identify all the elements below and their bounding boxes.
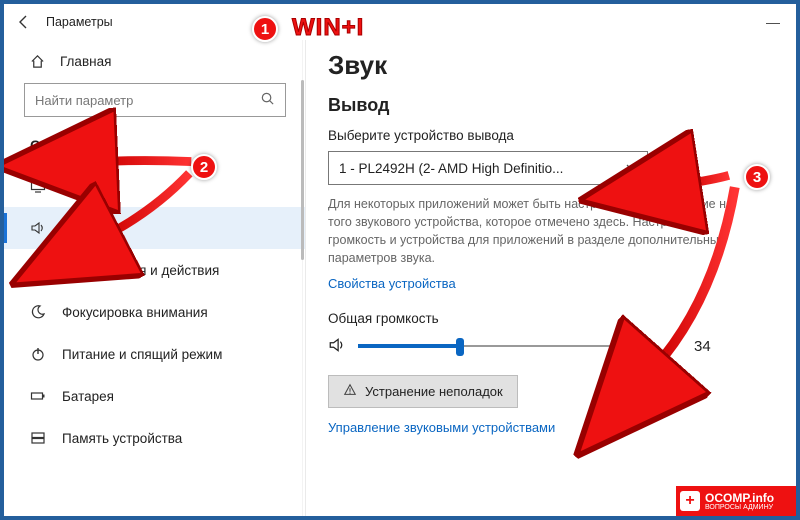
sidebar-item-label: Фокусировка внимания xyxy=(62,305,208,320)
power-icon xyxy=(30,346,46,362)
warning-icon xyxy=(343,383,357,400)
search-icon xyxy=(260,91,275,109)
sidebar-item-battery[interactable]: Батарея xyxy=(4,375,306,417)
minimize-button[interactable]: — xyxy=(760,14,786,30)
dropdown-value: 1 - PL2492H (2- AMD High Definitio... xyxy=(339,161,563,176)
troubleshoot-button[interactable]: Устранение неполадок xyxy=(328,375,518,408)
section-label: Система xyxy=(4,133,306,165)
troubleshoot-label: Устранение неполадок xyxy=(365,384,503,399)
page-title: Звук xyxy=(328,50,774,81)
volume-value: 34 xyxy=(694,338,711,355)
chevron-down-icon xyxy=(625,161,637,176)
choose-device-label: Выберите устройство вывода xyxy=(328,128,774,143)
sidebar: Главная Система Дисплей Звук xyxy=(4,40,306,516)
sidebar-item-label: Дисплей xyxy=(62,179,116,194)
content-pane: Звук Вывод Выберите устройство вывода 1 … xyxy=(306,40,796,516)
sidebar-item-label: Уведомления и действия xyxy=(62,263,219,278)
sidebar-item-label: Питание и спящий режим xyxy=(62,347,222,362)
sidebar-item-sound[interactable]: Звук xyxy=(4,207,306,249)
volume-label: Общая громкость xyxy=(328,311,774,326)
sidebar-item-display[interactable]: Дисплей xyxy=(4,165,306,207)
output-heading: Вывод xyxy=(328,95,774,116)
window-title: Параметры xyxy=(46,15,113,29)
sidebar-item-storage[interactable]: Память устройства xyxy=(4,417,306,459)
battery-icon xyxy=(30,388,46,404)
search-box[interactable] xyxy=(24,83,286,117)
focus-assist-icon xyxy=(30,304,46,320)
sidebar-item-focus-assist[interactable]: Фокусировка внимания xyxy=(4,291,306,333)
sound-icon xyxy=(30,220,46,236)
display-icon xyxy=(30,178,46,194)
sidebar-item-notifications[interactable]: Уведомления и действия xyxy=(4,249,306,291)
manage-devices-link[interactable]: Управление звуковыми устройствами xyxy=(328,420,774,435)
output-device-dropdown[interactable]: 1 - PL2492H (2- AMD High Definitio... xyxy=(328,151,648,185)
scrollbar-thumb[interactable] xyxy=(301,80,304,260)
speaker-icon xyxy=(328,336,346,357)
search-input[interactable] xyxy=(35,93,260,108)
home-icon xyxy=(30,54,46,69)
notifications-icon xyxy=(30,262,46,278)
sidebar-item-label: Батарея xyxy=(62,389,114,404)
home-label: Главная xyxy=(60,54,111,69)
device-properties-link[interactable]: Свойства устройства xyxy=(328,276,456,291)
storage-icon xyxy=(30,430,46,446)
volume-slider[interactable] xyxy=(358,336,658,356)
sidebar-item-power[interactable]: Питание и спящий режим xyxy=(4,333,306,375)
sidebar-item-label: Память устройства xyxy=(62,431,182,446)
nav-list: Дисплей Звук Уведомления и действия Фоку… xyxy=(4,165,306,459)
back-button[interactable] xyxy=(14,12,34,32)
sidebar-item-label: Звук xyxy=(62,221,90,236)
home-link[interactable]: Главная xyxy=(4,46,306,83)
output-help-text: Для некоторых приложений может быть наст… xyxy=(328,195,748,268)
